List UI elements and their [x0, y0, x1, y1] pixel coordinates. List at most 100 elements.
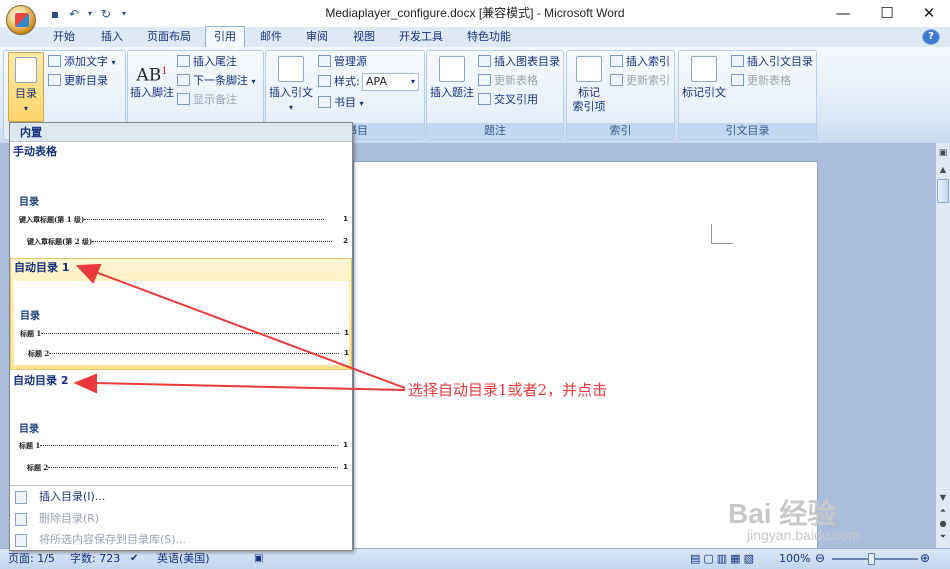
undo-icon[interactable]: ↶	[66, 6, 82, 22]
insert-endnote-button[interactable]: 插入尾注	[177, 53, 237, 71]
save-selection-menu-item[interactable]: 将所选内容保存到目录库(S)...	[10, 529, 352, 551]
scroll-up-icon[interactable]: ▲	[937, 165, 949, 177]
baidu-watermark-logo: Bai 经验	[728, 498, 836, 529]
vertical-scrollbar[interactable]: ▣ ▲ ▼ ⏶ ● ⏷	[935, 143, 950, 548]
table-of-figures-icon	[478, 55, 491, 67]
insert-toc-icon	[15, 491, 27, 504]
next-page-icon[interactable]: ⏷	[937, 532, 949, 544]
tab-page-layout[interactable]: 页面布局	[140, 27, 198, 47]
proofing-icon[interactable]: ✔	[130, 548, 138, 569]
preview-page-number: 1	[344, 349, 349, 357]
add-text-button[interactable]: 添加文字 ▾	[48, 53, 116, 71]
save-icon[interactable]: ▪	[47, 6, 63, 22]
chevron-down-icon: ▾	[111, 58, 116, 67]
manual-table-title: 手动表格	[13, 145, 57, 158]
chevron-down-icon: ▾	[23, 104, 28, 113]
bibliography-icon	[318, 96, 331, 108]
macro-record-icon[interactable]: ▣	[254, 548, 263, 569]
preview-line: 键入章标题(第 1 级)	[19, 215, 339, 225]
view-buttons[interactable]: ▤▢▥▦▧	[690, 548, 757, 569]
preview-page-number: 1	[343, 463, 348, 471]
tab-special[interactable]: 特色功能	[460, 27, 518, 47]
tab-references[interactable]: 引用	[205, 26, 245, 48]
gallery-header-builtin: 内置	[10, 123, 352, 142]
auto-toc-2-title: 自动目录 2	[13, 374, 69, 387]
insert-toc-menu-item[interactable]: 插入目录(I)...	[10, 486, 352, 508]
zoom-slider-thumb[interactable]	[868, 553, 875, 565]
remove-toc-menu-item[interactable]: 删除目录(R)	[10, 508, 352, 530]
baidu-watermark-url: jingyan.baidu.com	[747, 527, 860, 543]
close-button[interactable]: ✕	[908, 0, 950, 26]
preview-heading: 目录	[19, 424, 39, 435]
toc-option-auto-1[interactable]: 自动目录 1 目录 标题 1 1 标题 2 1	[10, 258, 352, 370]
chevron-down-icon: ▾	[288, 103, 293, 112]
show-notes-button[interactable]: 显示备注	[177, 91, 237, 109]
undo-dropdown-icon[interactable]: ▾	[82, 6, 98, 22]
insert-caption-icon	[439, 56, 465, 82]
footnote-ab-icon: AB1	[136, 65, 168, 86]
preview-heading: 目录	[19, 197, 39, 208]
minimize-button[interactable]: —	[822, 0, 864, 26]
toc-option-manual[interactable]: 手动表格 目录 键入章标题(第 1 级) 1 键入章标题(第 2 级) 2	[10, 143, 352, 257]
insert-table-of-figures-button[interactable]: 插入图表目录	[478, 53, 560, 71]
chevron-down-icon: ▾	[410, 77, 415, 86]
style-select[interactable]: APA ▾	[362, 73, 419, 91]
tab-review[interactable]: 审阅	[298, 27, 336, 47]
zoom-slider[interactable]	[832, 558, 918, 560]
help-icon[interactable]: ?	[922, 29, 940, 45]
insert-index-button[interactable]: 插入索引	[610, 53, 670, 71]
update-toc-icon	[48, 74, 61, 86]
insert-caption-button[interactable]: 插入题注	[429, 56, 475, 100]
word-count[interactable]: 字数: 723	[70, 548, 120, 569]
toc-option-auto-2[interactable]: 自动目录 2 目录 标题 1 1 标题 2 1	[10, 372, 352, 484]
zoom-level[interactable]: 100%	[779, 548, 810, 569]
insert-toa-button[interactable]: 插入引文目录	[731, 53, 813, 71]
update-table-button[interactable]: 更新表格	[478, 72, 538, 90]
next-footnote-button[interactable]: 下一条脚注 ▾	[177, 72, 256, 90]
manage-sources-button[interactable]: 管理源	[318, 53, 367, 71]
customize-toolbar-icon[interactable]: ▾	[116, 6, 132, 22]
chevron-down-icon: ▾	[251, 77, 256, 86]
scroll-thumb[interactable]	[937, 179, 949, 203]
mark-entry-icon	[576, 56, 602, 82]
mark-entry-button[interactable]: 标记 索引项	[568, 56, 610, 114]
insert-footnote-button[interactable]: AB1 插入脚注	[129, 58, 175, 100]
zoom-in-icon[interactable]: ⊕	[920, 548, 930, 569]
mark-citation-icon	[691, 56, 717, 82]
update-index-button[interactable]: 更新索引	[610, 72, 670, 90]
toc-button[interactable]: 目录 ▾	[8, 52, 44, 122]
add-text-icon	[48, 55, 61, 67]
tab-home[interactable]: 开始	[44, 27, 84, 47]
ruler-toggle-icon[interactable]: ▣	[937, 148, 949, 162]
update-toa-icon	[731, 74, 744, 86]
update-toc-button[interactable]: 更新目录	[48, 72, 108, 90]
bibliography-button[interactable]: 书目 ▾	[318, 94, 364, 112]
auto-toc-2-preview: 目录 标题 1 1 标题 2 1	[13, 394, 348, 482]
tab-developer[interactable]: 开发工具	[393, 27, 449, 47]
auto-toc-1-title: 自动目录 1	[14, 261, 70, 274]
insert-toa-icon	[731, 55, 744, 67]
tab-view[interactable]: 视图	[344, 27, 384, 47]
toc-gallery-dropdown: 内置 手动表格 目录 键入章标题(第 1 级) 1 键入章标题(第 2 级) 2…	[9, 122, 353, 551]
page-margin-marker	[711, 224, 733, 244]
mark-citation-button[interactable]: 标记引文	[681, 56, 727, 100]
save-selection-icon	[15, 534, 27, 547]
previous-page-icon[interactable]: ⏶	[937, 506, 949, 518]
scroll-down-icon[interactable]: ▼	[937, 493, 949, 505]
cross-reference-icon	[478, 93, 491, 105]
tab-mailings[interactable]: 邮件	[252, 27, 290, 47]
redo-icon[interactable]: ↻	[98, 6, 114, 22]
tab-insert[interactable]: 插入	[92, 27, 132, 47]
page-count[interactable]: 页面: 1/5	[8, 548, 55, 569]
preview-page-number: 1	[343, 441, 348, 449]
cross-reference-button[interactable]: 交叉引用	[478, 91, 538, 109]
insert-citation-button[interactable]: 插入引文 ▾	[268, 56, 314, 115]
zoom-out-icon[interactable]: ⊖	[815, 548, 825, 569]
browse-object-icon[interactable]: ●	[937, 519, 949, 531]
maximize-button[interactable]: ☐	[866, 0, 908, 26]
language-indicator[interactable]: 英语(美国)	[157, 548, 210, 569]
office-button[interactable]	[6, 5, 36, 35]
preview-line: 键入章标题(第 2 级)	[27, 237, 342, 247]
preview-page-number: 1	[343, 215, 348, 223]
update-toa-button[interactable]: 更新表格	[731, 72, 791, 90]
